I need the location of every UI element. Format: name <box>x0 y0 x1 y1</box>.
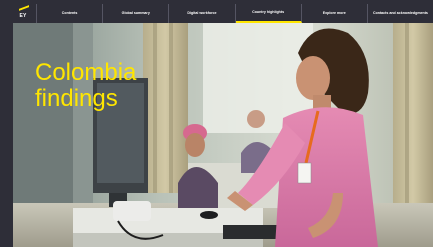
nav-item-contents[interactable]: Contents <box>37 4 104 23</box>
nav-item-explore-more[interactable]: Explore more <box>302 4 368 23</box>
logo-text: EY <box>19 13 27 19</box>
top-navigation: EY Contents Global summary Digital workf… <box>10 4 433 23</box>
hospital-scene-image <box>13 23 433 247</box>
page-title: Colombia findings <box>35 59 137 112</box>
nav-item-contacts-and-acknowledgments[interactable]: Contacts and acknowledgments <box>368 4 433 23</box>
page-frame: EY Contents Global summary Digital workf… <box>0 0 433 247</box>
logo-beam-icon <box>19 5 29 11</box>
ey-logo[interactable]: EY <box>10 4 37 23</box>
nav-item-global-summary[interactable]: Global summary <box>103 4 170 23</box>
nav-item-digital-workforce[interactable]: Digital workforce <box>169 4 236 23</box>
nav-item-country-highlights[interactable]: Country highlights <box>235 4 302 23</box>
hero-photo: Colombia findings <box>13 23 433 247</box>
